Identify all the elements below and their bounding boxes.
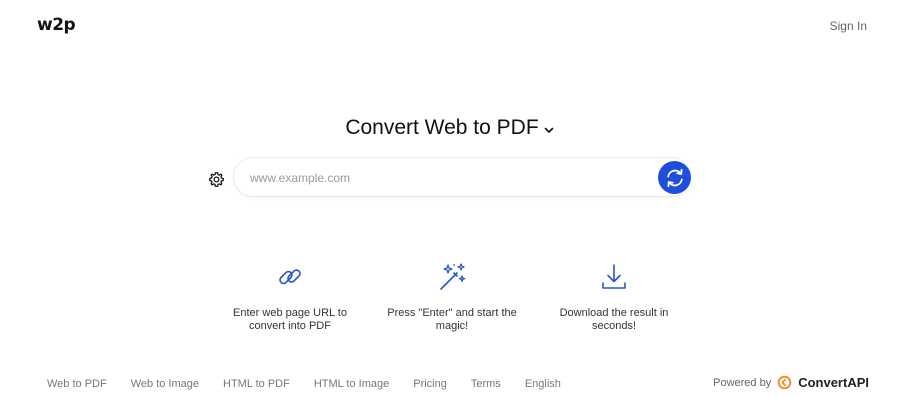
- step-text: Press "Enter" and start the magic!: [387, 307, 517, 332]
- step-press-enter: Press "Enter" and start the magic!: [387, 262, 517, 333]
- step-download: Download the result in seconds!: [549, 262, 679, 333]
- step-text: Enter web page URL to convert into PDF: [233, 307, 347, 332]
- w2p-logo[interactable]: w2p: [37, 15, 76, 35]
- footer-link-web-to-image[interactable]: Web to Image: [131, 378, 199, 390]
- refresh-icon: [666, 168, 683, 187]
- link-icon: [279, 269, 301, 285]
- footer-language-selector[interactable]: English: [525, 378, 561, 390]
- step-text: Download the result in seconds!: [559, 307, 669, 332]
- url-search-box: [233, 157, 691, 197]
- powered-by[interactable]: Powered by ConvertAPI: [713, 375, 869, 390]
- footer-link-web-to-pdf[interactable]: Web to PDF: [47, 378, 107, 390]
- footer-link-pricing[interactable]: Pricing: [413, 378, 447, 390]
- powered-by-label: Powered by: [713, 376, 772, 389]
- converter-title[interactable]: Convert Web to PDF: [0, 116, 900, 140]
- footer-link-html-to-image[interactable]: HTML to Image: [314, 378, 389, 390]
- chevron-down-icon[interactable]: [543, 124, 555, 136]
- convertapi-logo-icon: [777, 375, 792, 390]
- sign-in-link[interactable]: Sign In: [830, 19, 867, 33]
- url-input[interactable]: [248, 166, 652, 190]
- magic-wand-icon: [440, 263, 466, 290]
- settings-gear-icon[interactable]: [207, 170, 225, 188]
- footer-nav: Web to PDF Web to Image HTML to PDF HTML…: [47, 378, 585, 390]
- footer-link-terms[interactable]: Terms: [471, 378, 501, 390]
- footer-link-html-to-pdf[interactable]: HTML to PDF: [223, 378, 290, 390]
- convertapi-brand: ConvertAPI: [798, 375, 869, 390]
- step-enter-url: Enter web page URL to convert into PDF: [225, 262, 355, 333]
- page-title: Convert Web to PDF: [345, 116, 539, 139]
- download-icon: [602, 264, 626, 289]
- convert-button[interactable]: [658, 161, 691, 194]
